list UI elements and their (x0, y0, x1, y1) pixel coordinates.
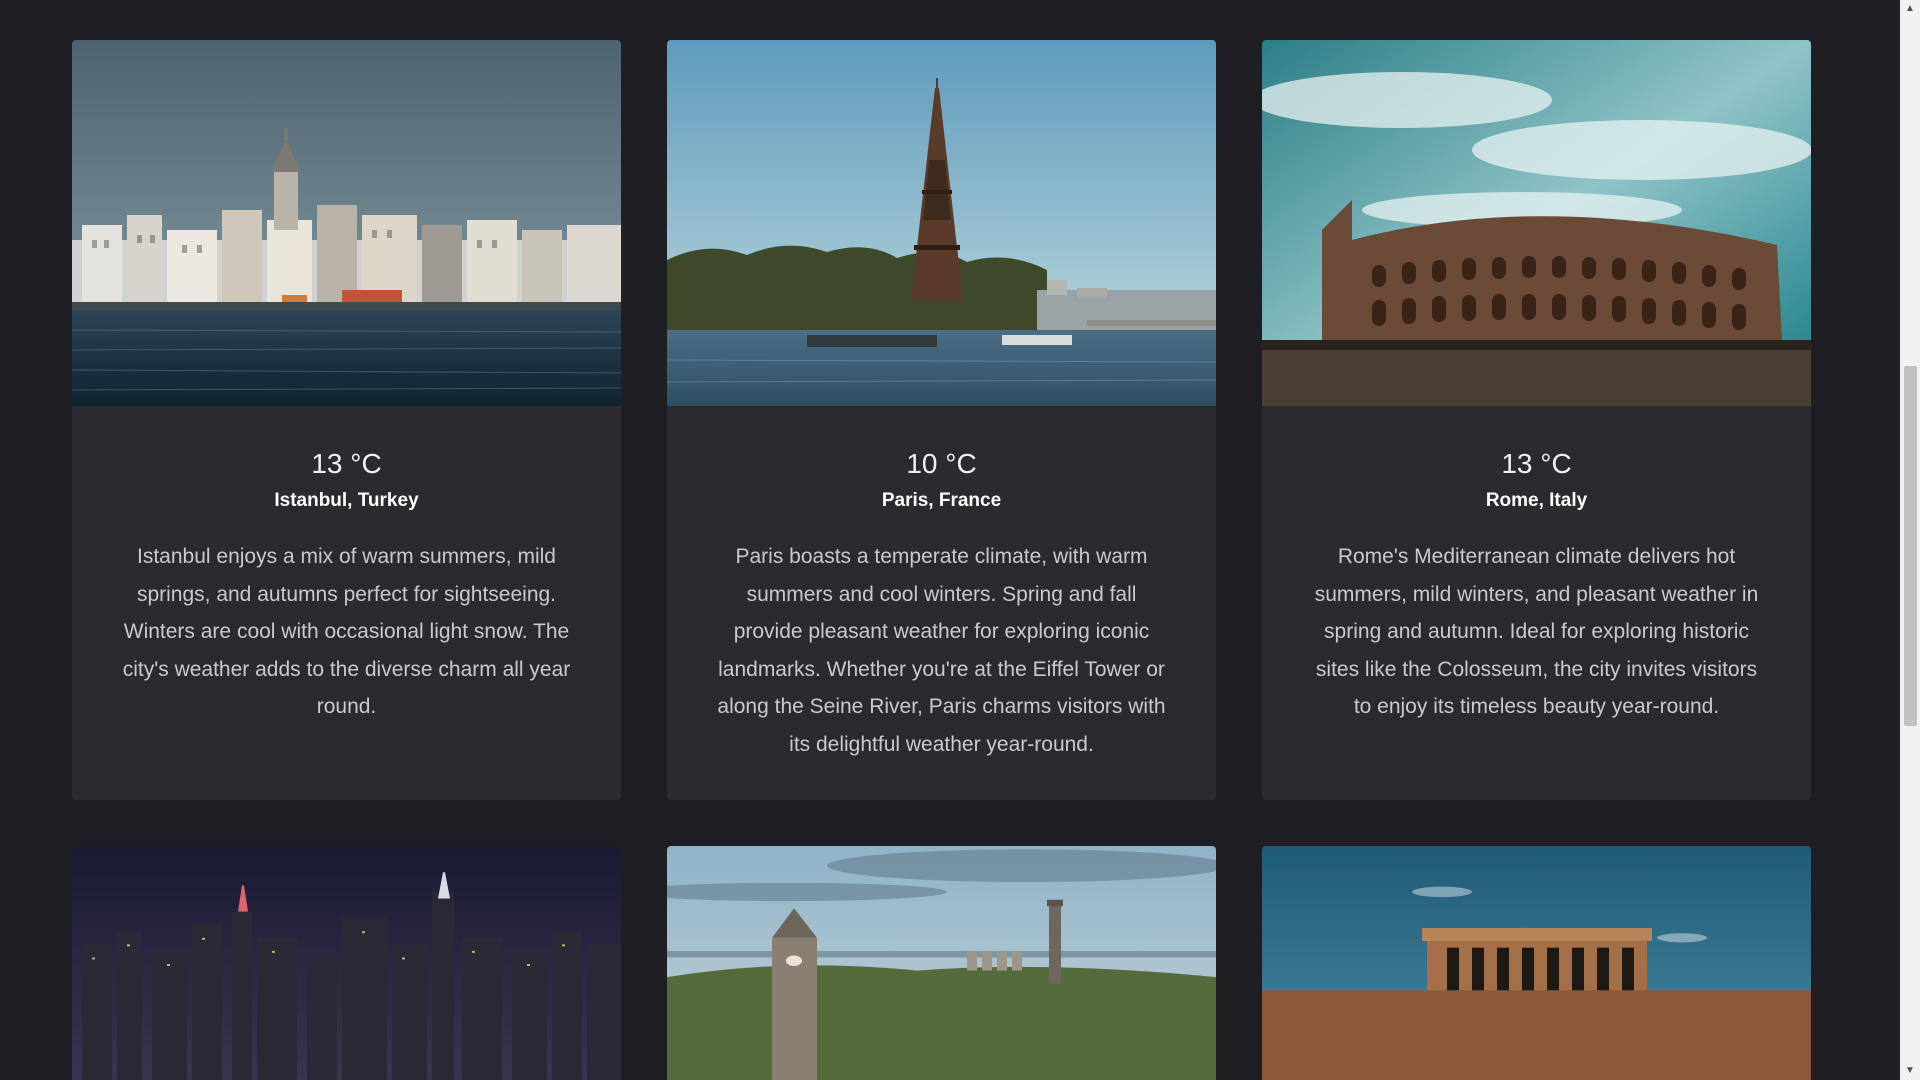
temperature: 13 °C (1501, 448, 1572, 479)
vertical-scrollbar[interactable]: ▲ ▼ (1900, 0, 1920, 1080)
card-body: 13 °C Istanbul, Turkey Istanbul enjoys a… (72, 406, 621, 726)
city-card-grid: 13 °C Istanbul, Turkey Istanbul enjoys a… (72, 40, 1812, 1080)
city-name: Istanbul, Turkey (274, 490, 419, 511)
city-card-edinburgh[interactable] (667, 846, 1216, 1080)
city-description: Paris boasts a temperate climate, with w… (717, 545, 1166, 756)
city-card-rome[interactable]: 13 °C Rome, Italy Rome's Mediterranean c… (1262, 40, 1811, 800)
ankara-photo (1262, 846, 1811, 1080)
scroll-up-arrow-icon[interactable]: ▲ (1900, 0, 1920, 18)
city-card-istanbul[interactable]: 13 °C Istanbul, Turkey Istanbul enjoys a… (72, 40, 621, 800)
city-card-newyork[interactable] (72, 846, 621, 1080)
card-body: 13 °C Rome, Italy Rome's Mediterranean c… (1262, 406, 1811, 726)
edinburgh-photo (667, 846, 1216, 1080)
paris-photo (667, 40, 1216, 406)
scroll-thumb[interactable] (1904, 366, 1917, 726)
temperature: 13 °C (311, 448, 382, 479)
newyork-photo (72, 846, 621, 1080)
scroll-down-arrow-icon[interactable]: ▼ (1900, 1062, 1920, 1080)
page: 13 °C Istanbul, Turkey Istanbul enjoys a… (0, 0, 1920, 1080)
rome-photo (1262, 40, 1811, 406)
city-card-ankara[interactable] (1262, 846, 1811, 1080)
city-description: Istanbul enjoys a mix of warm summers, m… (122, 545, 571, 718)
city-name: Rome, Italy (1485, 490, 1588, 511)
city-card-paris[interactable]: 10 °C Paris, France Paris boasts a tempe… (667, 40, 1216, 800)
city-name: Paris, France (881, 490, 1002, 511)
istanbul-photo (72, 40, 621, 406)
city-description: Rome's Mediterranean climate delivers ho… (1314, 545, 1759, 718)
card-body: 10 °C Paris, France Paris boasts a tempe… (667, 406, 1216, 763)
temperature: 10 °C (906, 448, 977, 479)
